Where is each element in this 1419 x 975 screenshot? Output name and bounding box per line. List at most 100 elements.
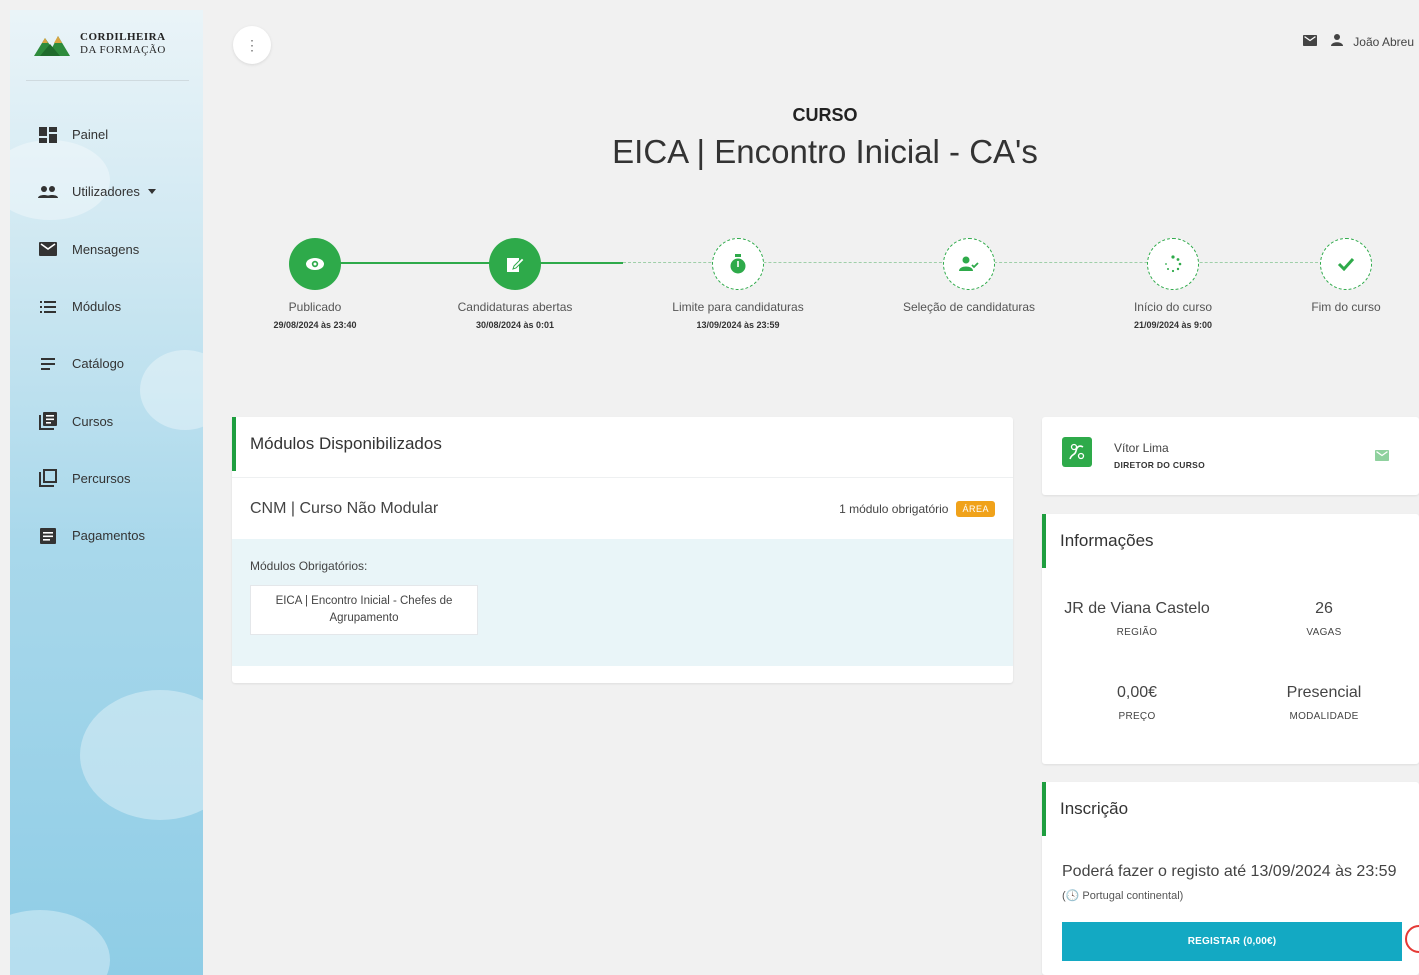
step-date: 21/09/2024 às 9:00 — [1133, 320, 1213, 330]
timeline-step-candidaturas-abertas: Candidaturas abertas 30/08/2024 às 0:01 — [430, 238, 600, 330]
chevron-down-icon — [147, 189, 156, 195]
timer-icon — [712, 238, 764, 290]
step-label: Limite para candidaturas — [672, 300, 804, 314]
topbar-right: João Abreu — [1303, 34, 1414, 49]
info-value: JR de Viana Castelo — [1064, 600, 1210, 617]
sidebar-item-cursos[interactable]: Cursos — [10, 392, 203, 449]
mountain-logo-icon — [32, 30, 72, 58]
avatar — [1062, 437, 1092, 467]
courses-icon — [38, 411, 58, 431]
step-label: Publicado — [288, 300, 342, 314]
info-mode: Presencial MODALIDADE — [1229, 684, 1419, 722]
brand-line1: CORDILHEIRA — [80, 31, 166, 43]
info-price: 0,00€ PREÇO — [1042, 684, 1232, 722]
sidebar-item-mensagens[interactable]: Mensagens — [10, 221, 203, 278]
catalog-icon — [38, 354, 58, 374]
cloud-decoration — [10, 910, 110, 975]
module-requirement: 1 módulo obrigatório — [839, 501, 949, 516]
cloud-decoration — [80, 690, 203, 820]
brand-logo[interactable]: CORDILHEIRA DA FORMAÇÃO — [32, 30, 166, 58]
timeline-step-limite: Limite para candidaturas 13/09/2024 às 2… — [653, 238, 823, 330]
sidebar-item-label: Percursos — [72, 470, 131, 486]
users-icon — [38, 182, 58, 202]
user-name: João Abreu — [1353, 34, 1414, 49]
info-label: PREÇO — [1118, 711, 1156, 722]
sidebar-item-label: Mensagens — [72, 241, 140, 257]
info-label: REGIÃO — [1116, 627, 1158, 638]
timeline-step-publicado: Publicado 29/08/2024 às 23:40 — [230, 238, 400, 330]
check-icon — [1320, 238, 1372, 290]
module-course-name: CNM | Curso Não Modular — [250, 499, 439, 517]
info-value: 0,00€ — [1116, 684, 1158, 701]
sidebar-item-label: Módulos — [72, 299, 122, 315]
info-label: VAGAS — [1306, 627, 1342, 638]
sidebar-item-utilizadores[interactable]: Utilizadores — [10, 163, 203, 220]
module-chip[interactable]: EICA | Encontro Inicial - Chefes de Agru… — [250, 585, 478, 635]
sidebar-item-label: Pagamentos — [72, 528, 145, 544]
card-title: Informações — [1042, 514, 1419, 568]
sidebar-item-modulos[interactable]: Módulos — [10, 278, 203, 335]
director-name: Vítor Lima — [1114, 441, 1169, 455]
director-role: DIRETOR DO CURSO — [1114, 460, 1206, 470]
sidebar-nav: Painel Utilizadores Mensagens Módulos Ca… — [10, 106, 203, 564]
page-title: EICA | Encontro Inicial - CA's — [612, 133, 1038, 170]
person-icon — [1331, 34, 1344, 49]
payments-icon — [38, 526, 58, 546]
loading-icon — [1147, 238, 1199, 290]
info-label: MODALIDADE — [1289, 711, 1359, 722]
timeline-step-selecao: Seleção de candidaturas — [884, 238, 1054, 320]
step-date: 29/08/2024 às 23:40 — [273, 320, 357, 330]
step-date: 30/08/2024 às 0:01 — [475, 320, 555, 330]
eye-icon — [289, 238, 341, 290]
info-value: Presencial — [1286, 684, 1362, 701]
step-label: Candidaturas abertas — [457, 300, 573, 314]
sidebar-item-label: Utilizadores — [72, 184, 140, 200]
mail-icon — [38, 239, 58, 259]
step-label: Início do curso — [1133, 300, 1213, 314]
sidebar-item-painel[interactable]: Painel — [10, 106, 203, 163]
user-menu[interactable]: João Abreu — [1331, 34, 1414, 49]
sidebar-item-pagamentos[interactable]: Pagamentos — [10, 507, 203, 564]
mail-icon[interactable] — [1375, 448, 1389, 466]
timezone-note: (🕓 Portugal continental) — [1062, 890, 1184, 902]
card-title: Módulos Disponibilizados — [232, 417, 1013, 471]
course-label: CURSO — [792, 105, 858, 125]
step-label: Seleção de candidaturas — [902, 300, 1036, 314]
timeline-step-fim: Fim do curso — [1261, 238, 1419, 320]
more-vertical-icon: ⋮ — [245, 36, 259, 53]
sidebar-item-label: Catálogo — [72, 356, 125, 372]
step-label: Fim do curso — [1311, 300, 1381, 314]
area-badge: ÁREA — [956, 500, 995, 517]
timeline-step-inicio: Início do curso 21/09/2024 às 9:00 — [1088, 238, 1258, 330]
registration-card: Inscrição Poderá fazer o registo até 13/… — [1042, 782, 1419, 975]
module-details: Módulos Obrigatórios: EICA | Encontro In… — [232, 539, 1013, 666]
dashboard-icon — [38, 125, 58, 145]
sidebar-item-catalogo[interactable]: Catálogo — [10, 335, 203, 392]
user-check-icon — [943, 238, 995, 290]
divider — [26, 80, 189, 81]
list-icon — [38, 297, 58, 317]
paths-icon — [38, 468, 58, 488]
modules-card: Módulos Disponibilizados CNM | Curso Não… — [232, 417, 1013, 683]
required-modules-label: Módulos Obrigatórios: — [250, 559, 368, 573]
info-value: 26 — [1315, 600, 1333, 617]
sidebar: CORDILHEIRA DA FORMAÇÃO Painel Utilizado… — [10, 10, 203, 975]
info-region: JR de Viana Castelo REGIÃO — [1042, 600, 1232, 638]
registration-deadline: Poderá fazer o registo até 13/09/2024 às… — [1062, 860, 1402, 908]
edit-icon — [489, 238, 541, 290]
register-button[interactable]: REGISTAR (0,00€) — [1062, 922, 1402, 961]
sidebar-item-percursos[interactable]: Percursos — [10, 450, 203, 507]
director-card: Vítor Lima DIRETOR DO CURSO — [1042, 417, 1419, 495]
mail-icon[interactable] — [1303, 34, 1318, 49]
card-title: Inscrição — [1042, 782, 1419, 836]
sidebar-item-label: Cursos — [72, 413, 114, 429]
step-date: 13/09/2024 às 23:59 — [696, 320, 780, 330]
registration-text: Poderá fazer o registo até 13/09/2024 às… — [1062, 863, 1397, 880]
course-timeline: Publicado 29/08/2024 às 23:40 Candidatur… — [233, 232, 1419, 352]
info-vacancies: 26 VAGAS — [1229, 600, 1419, 638]
brand-line2: DA FORMAÇÃO — [80, 44, 166, 56]
course-module-row[interactable]: CNM | Curso Não Modular 1 módulo obrigat… — [232, 477, 1013, 539]
info-card: Informações JR de Viana Castelo REGIÃO 2… — [1042, 514, 1419, 764]
sidebar-item-label: Painel — [72, 127, 109, 143]
more-menu-button[interactable]: ⋮ — [233, 26, 271, 64]
